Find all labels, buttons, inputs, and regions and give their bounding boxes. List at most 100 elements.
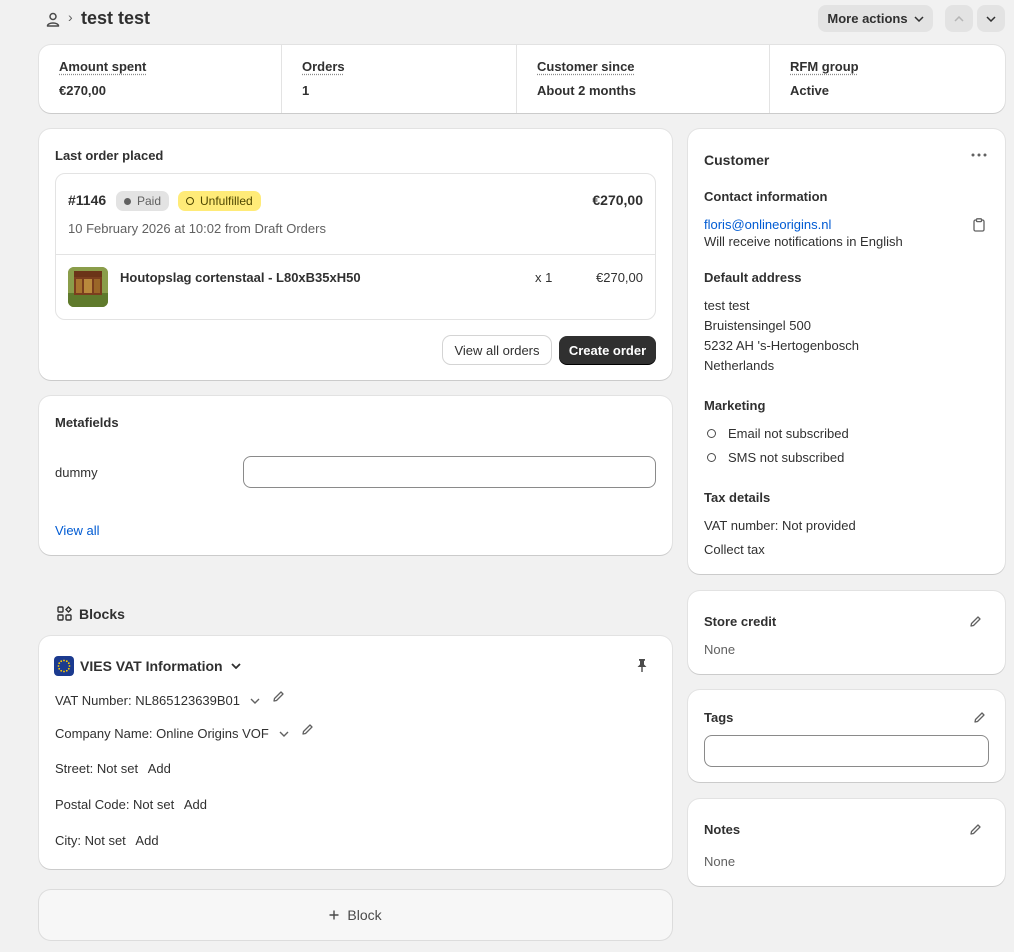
marketing-heading: Marketing (704, 398, 766, 413)
stat-amount-spent: Amount spent €270,00 (59, 59, 146, 98)
blocks-icon (57, 606, 72, 621)
customer-card: Customer Contact information floris@onli… (688, 129, 1005, 574)
customer-stats-bar: Amount spent €270,00 Orders 1 Customer s… (39, 45, 1005, 113)
order-number-link[interactable]: #1146 (68, 192, 106, 208)
unfulfilled-badge: Unfulfilled (178, 191, 261, 211)
view-all-orders-button[interactable]: View all orders (443, 336, 551, 364)
stat-customer-since: Customer since About 2 months (537, 59, 636, 98)
pencil-icon[interactable] (971, 709, 987, 725)
view-all-orders-label: View all orders (454, 342, 540, 358)
customer-email-link[interactable]: floris@onlineorigins.nl (704, 217, 831, 232)
product-name-link[interactable]: Houtopslag cortenstaal - L80xB35xH50 (120, 270, 361, 285)
product-price: €270,00 (596, 270, 643, 285)
add-city-link[interactable]: Add (135, 833, 158, 848)
block-app-title: VIES VAT Information (80, 658, 223, 674)
notes-heading: Notes (704, 822, 741, 837)
add-street-link[interactable]: Add (148, 761, 171, 776)
last-order-heading: Last order placed (55, 148, 164, 163)
paid-dot-icon (124, 197, 131, 205)
address-line: Bruistensingel 500 (704, 318, 811, 333)
email-marketing-label: Email not subscribed (728, 426, 849, 441)
address-line: Netherlands (704, 358, 775, 373)
metafields-heading: Metafields (55, 415, 119, 430)
vat-number-row: VAT Number: NL865123639B01 (55, 690, 285, 708)
plus-icon (329, 910, 339, 920)
metafield-dummy-input[interactable] (243, 456, 656, 488)
stat-value: €270,00 (59, 83, 106, 98)
stat-label[interactable]: Amount spent (59, 59, 146, 74)
stat-label[interactable]: Orders (302, 59, 345, 74)
tags-heading: Tags (704, 710, 734, 725)
order-summary-box: #1146 Paid Unfulfilled €270,00 10 Februa… (55, 173, 656, 320)
contact-info-heading: Contact information (704, 189, 828, 204)
vat-number-text: VAT Number: NL865123639B01 (55, 693, 241, 708)
stat-divider (516, 45, 517, 113)
default-address-heading: Default address (704, 270, 802, 285)
store-credit-heading: Store credit (704, 614, 777, 629)
stat-divider (281, 45, 282, 113)
company-name-row: Company Name: Online Origins VOF (55, 723, 314, 741)
sms-marketing-status: SMS not subscribed (704, 450, 844, 465)
view-all-metafields-link[interactable]: View all (55, 523, 100, 538)
pencil-icon[interactable] (301, 723, 314, 736)
stat-label[interactable]: Customer since (537, 59, 636, 74)
product-thumbnail[interactable] (68, 267, 108, 307)
tax-details-heading: Tax details (704, 490, 771, 505)
tags-input[interactable] (704, 735, 989, 767)
previous-customer-button[interactable] (945, 5, 973, 32)
order-divider (56, 254, 655, 255)
unfulfilled-badge-label: Unfulfilled (200, 194, 253, 208)
postal-code-text: Postal Code: Not set (55, 797, 175, 812)
company-name-text: Company Name: Online Origins VOF (55, 726, 269, 741)
chevron-down-icon[interactable] (279, 731, 289, 737)
street-row: Street: Not set Add (55, 761, 171, 776)
street-text: Street: Not set (55, 761, 139, 776)
collect-tax-status: Collect tax (704, 542, 765, 557)
stat-value: About 2 months (537, 83, 636, 98)
clipboard-icon[interactable] (972, 217, 986, 233)
next-customer-button[interactable] (977, 5, 1005, 32)
more-horizontal-icon[interactable] (968, 147, 990, 163)
store-credit-value: None (704, 642, 736, 657)
add-postal-code-link[interactable]: Add (184, 797, 207, 812)
stat-value: 1 (302, 83, 310, 98)
eu-flag-icon (54, 656, 74, 676)
stat-orders: Orders 1 (302, 59, 345, 98)
sms-marketing-label: SMS not subscribed (728, 450, 845, 465)
stat-label[interactable]: RFM group (790, 59, 859, 74)
blocks-heading: Blocks (79, 606, 125, 622)
chevron-down-icon (230, 663, 241, 669)
stat-rfm-group: RFM group Active (790, 59, 859, 98)
add-block-button[interactable]: Block (39, 890, 672, 940)
store-credit-card: Store credit None (688, 591, 1005, 674)
order-total: €270,00 (592, 192, 643, 208)
chevron-down-icon[interactable] (250, 698, 260, 704)
status-ring-icon (707, 429, 716, 438)
pencil-icon[interactable] (967, 821, 983, 837)
postal-code-row: Postal Code: Not set Add (55, 797, 207, 812)
last-order-card: Last order placed #1146 Paid Unfulfilled… (39, 129, 672, 380)
notes-value: None (704, 854, 736, 869)
more-actions-button[interactable]: More actions (818, 5, 933, 32)
order-meta: 10 February 2026 at 10:02 from Draft Ord… (68, 221, 326, 236)
address-line: test test (704, 298, 750, 313)
chevron-up-icon (954, 15, 964, 22)
metafield-label: dummy (55, 465, 98, 480)
stat-divider (769, 45, 770, 113)
create-order-button[interactable]: Create order (559, 336, 656, 364)
add-block-label: Block (347, 907, 382, 923)
city-row: City: Not set Add (55, 833, 159, 848)
page-title: test test (81, 8, 151, 28)
customer-icon[interactable] (45, 11, 61, 27)
more-actions-label: More actions (827, 11, 908, 26)
notification-language: Will receive notifications in English (704, 234, 903, 249)
city-text: City: Not set (55, 833, 126, 848)
tags-card: Tags (688, 690, 1005, 782)
create-order-label: Create order (568, 342, 647, 358)
pin-icon[interactable] (634, 657, 650, 673)
pencil-icon[interactable] (272, 690, 285, 703)
email-marketing-status: Email not subscribed (704, 426, 849, 441)
breadcrumb-separator: › (68, 9, 73, 25)
block-app-selector[interactable]: VIES VAT Information (80, 658, 241, 674)
pencil-icon[interactable] (967, 613, 983, 629)
